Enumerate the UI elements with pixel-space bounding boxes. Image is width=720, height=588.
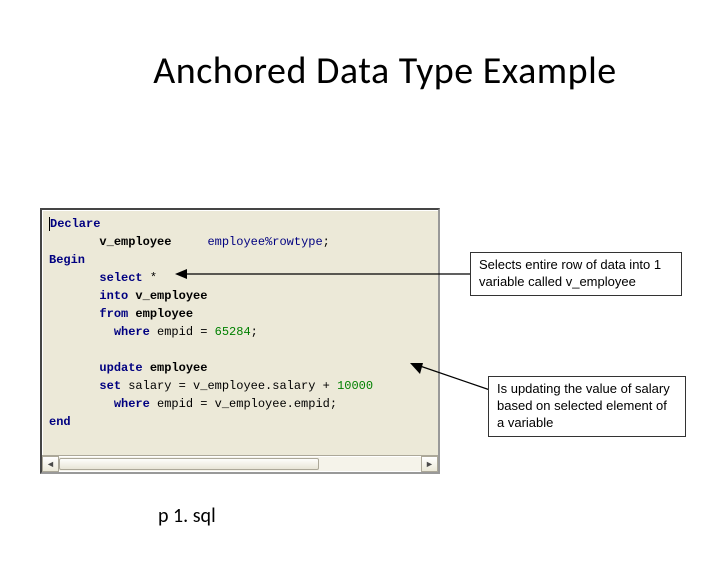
code-keyword: where bbox=[114, 397, 150, 411]
triangle-left-icon: ◄ bbox=[46, 459, 55, 470]
code-text: * bbox=[143, 271, 157, 285]
code-keyword: Declare bbox=[50, 217, 100, 231]
code-keyword: set bbox=[99, 379, 121, 393]
code-editor-window: Declare v_employee employee%rowtype; Beg… bbox=[40, 208, 440, 474]
horizontal-scrollbar[interactable]: ◄ ► bbox=[42, 455, 438, 472]
scroll-right-button[interactable]: ► bbox=[421, 456, 438, 472]
code-table: employee bbox=[128, 307, 193, 321]
code-text: empid = bbox=[150, 325, 215, 339]
code-keyword: Begin bbox=[49, 253, 85, 267]
callout-update-salary: Is updating the value of salary based on… bbox=[488, 376, 686, 437]
code-text: empid = v_employee.empid; bbox=[150, 397, 337, 411]
code-text: salary = v_employee.salary + bbox=[121, 379, 337, 393]
code-keyword: select bbox=[99, 271, 142, 285]
triangle-right-icon: ► bbox=[425, 459, 434, 470]
scroll-track[interactable] bbox=[59, 456, 421, 472]
code-punct: ; bbox=[251, 325, 258, 339]
figure-caption: p 1. sql bbox=[158, 504, 216, 528]
code-keyword: update bbox=[99, 361, 142, 375]
code-variable: v_employee bbox=[128, 289, 207, 303]
code-keyword: end bbox=[49, 415, 71, 429]
code-keyword: into bbox=[99, 289, 128, 303]
slide-title: Anchored Data Type Example bbox=[110, 48, 660, 94]
code-type: employee%rowtype bbox=[207, 235, 322, 249]
code-variable: v_employee bbox=[99, 235, 171, 249]
code-content: Declare v_employee employee%rowtype; Beg… bbox=[42, 210, 438, 455]
code-punct: ; bbox=[323, 235, 330, 249]
code-keyword: where bbox=[114, 325, 150, 339]
code-keyword: from bbox=[99, 307, 128, 321]
code-number: 65284 bbox=[215, 325, 251, 339]
code-number: 10000 bbox=[337, 379, 373, 393]
scroll-left-button[interactable]: ◄ bbox=[42, 456, 59, 472]
code-table: employee bbox=[143, 361, 208, 375]
scroll-thumb[interactable] bbox=[59, 458, 319, 470]
callout-select-row: Selects entire row of data into 1 variab… bbox=[470, 252, 682, 296]
